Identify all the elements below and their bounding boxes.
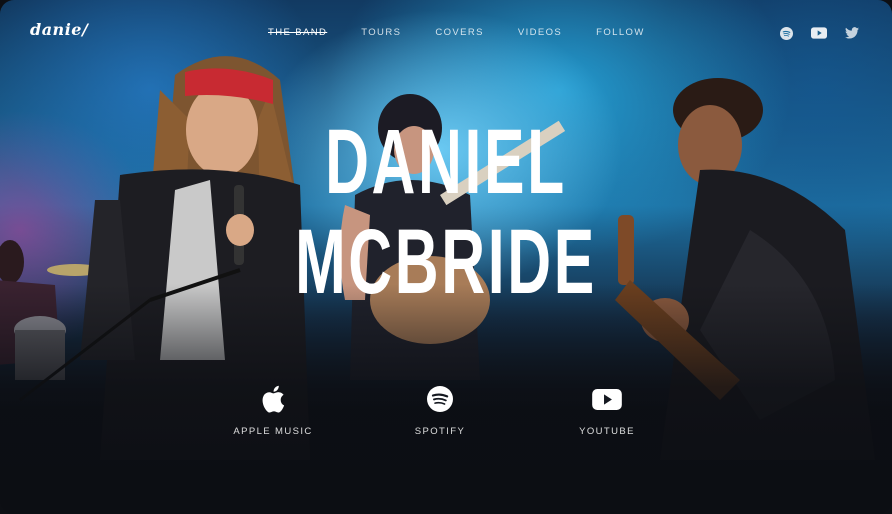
spotify-icon [380,382,500,416]
page-title: DANIEL MCBRIDE [152,112,741,312]
nav-item-covers[interactable]: COVERS [435,27,484,38]
title-line-1: DANIEL [325,111,567,213]
youtube-icon[interactable] [809,25,829,41]
youtube-icon [547,382,667,416]
spotify-icon[interactable] [776,25,796,41]
title-line-2: MCBRIDE [295,211,597,313]
spotify-label: SPOTIFY [414,426,466,437]
hero-section: danie/ THE BAND TOURS COVERS VIDEOS FOLL… [0,0,892,514]
logo[interactable]: danie/ [30,20,88,39]
nav-item-videos[interactable]: VIDEOS [518,27,562,38]
nav-item-follow[interactable]: FOLLOW [596,27,645,38]
apple-music-label: APPLE MUSIC [233,426,313,437]
apple-icon [213,382,333,416]
spotify-link[interactable]: SPOTIFY [380,382,500,437]
nav-item-tours[interactable]: TOURS [361,27,401,38]
main-nav: THE BAND TOURS COVERS VIDEOS FOLLOW [268,27,679,38]
youtube-label: YOUTUBE [579,426,635,437]
youtube-link[interactable]: YOUTUBE [547,382,667,437]
social-links [776,25,862,41]
nav-item-the-band[interactable]: THE BAND [268,27,327,38]
twitter-icon[interactable] [842,25,862,41]
apple-music-link[interactable]: APPLE MUSIC [213,382,333,437]
